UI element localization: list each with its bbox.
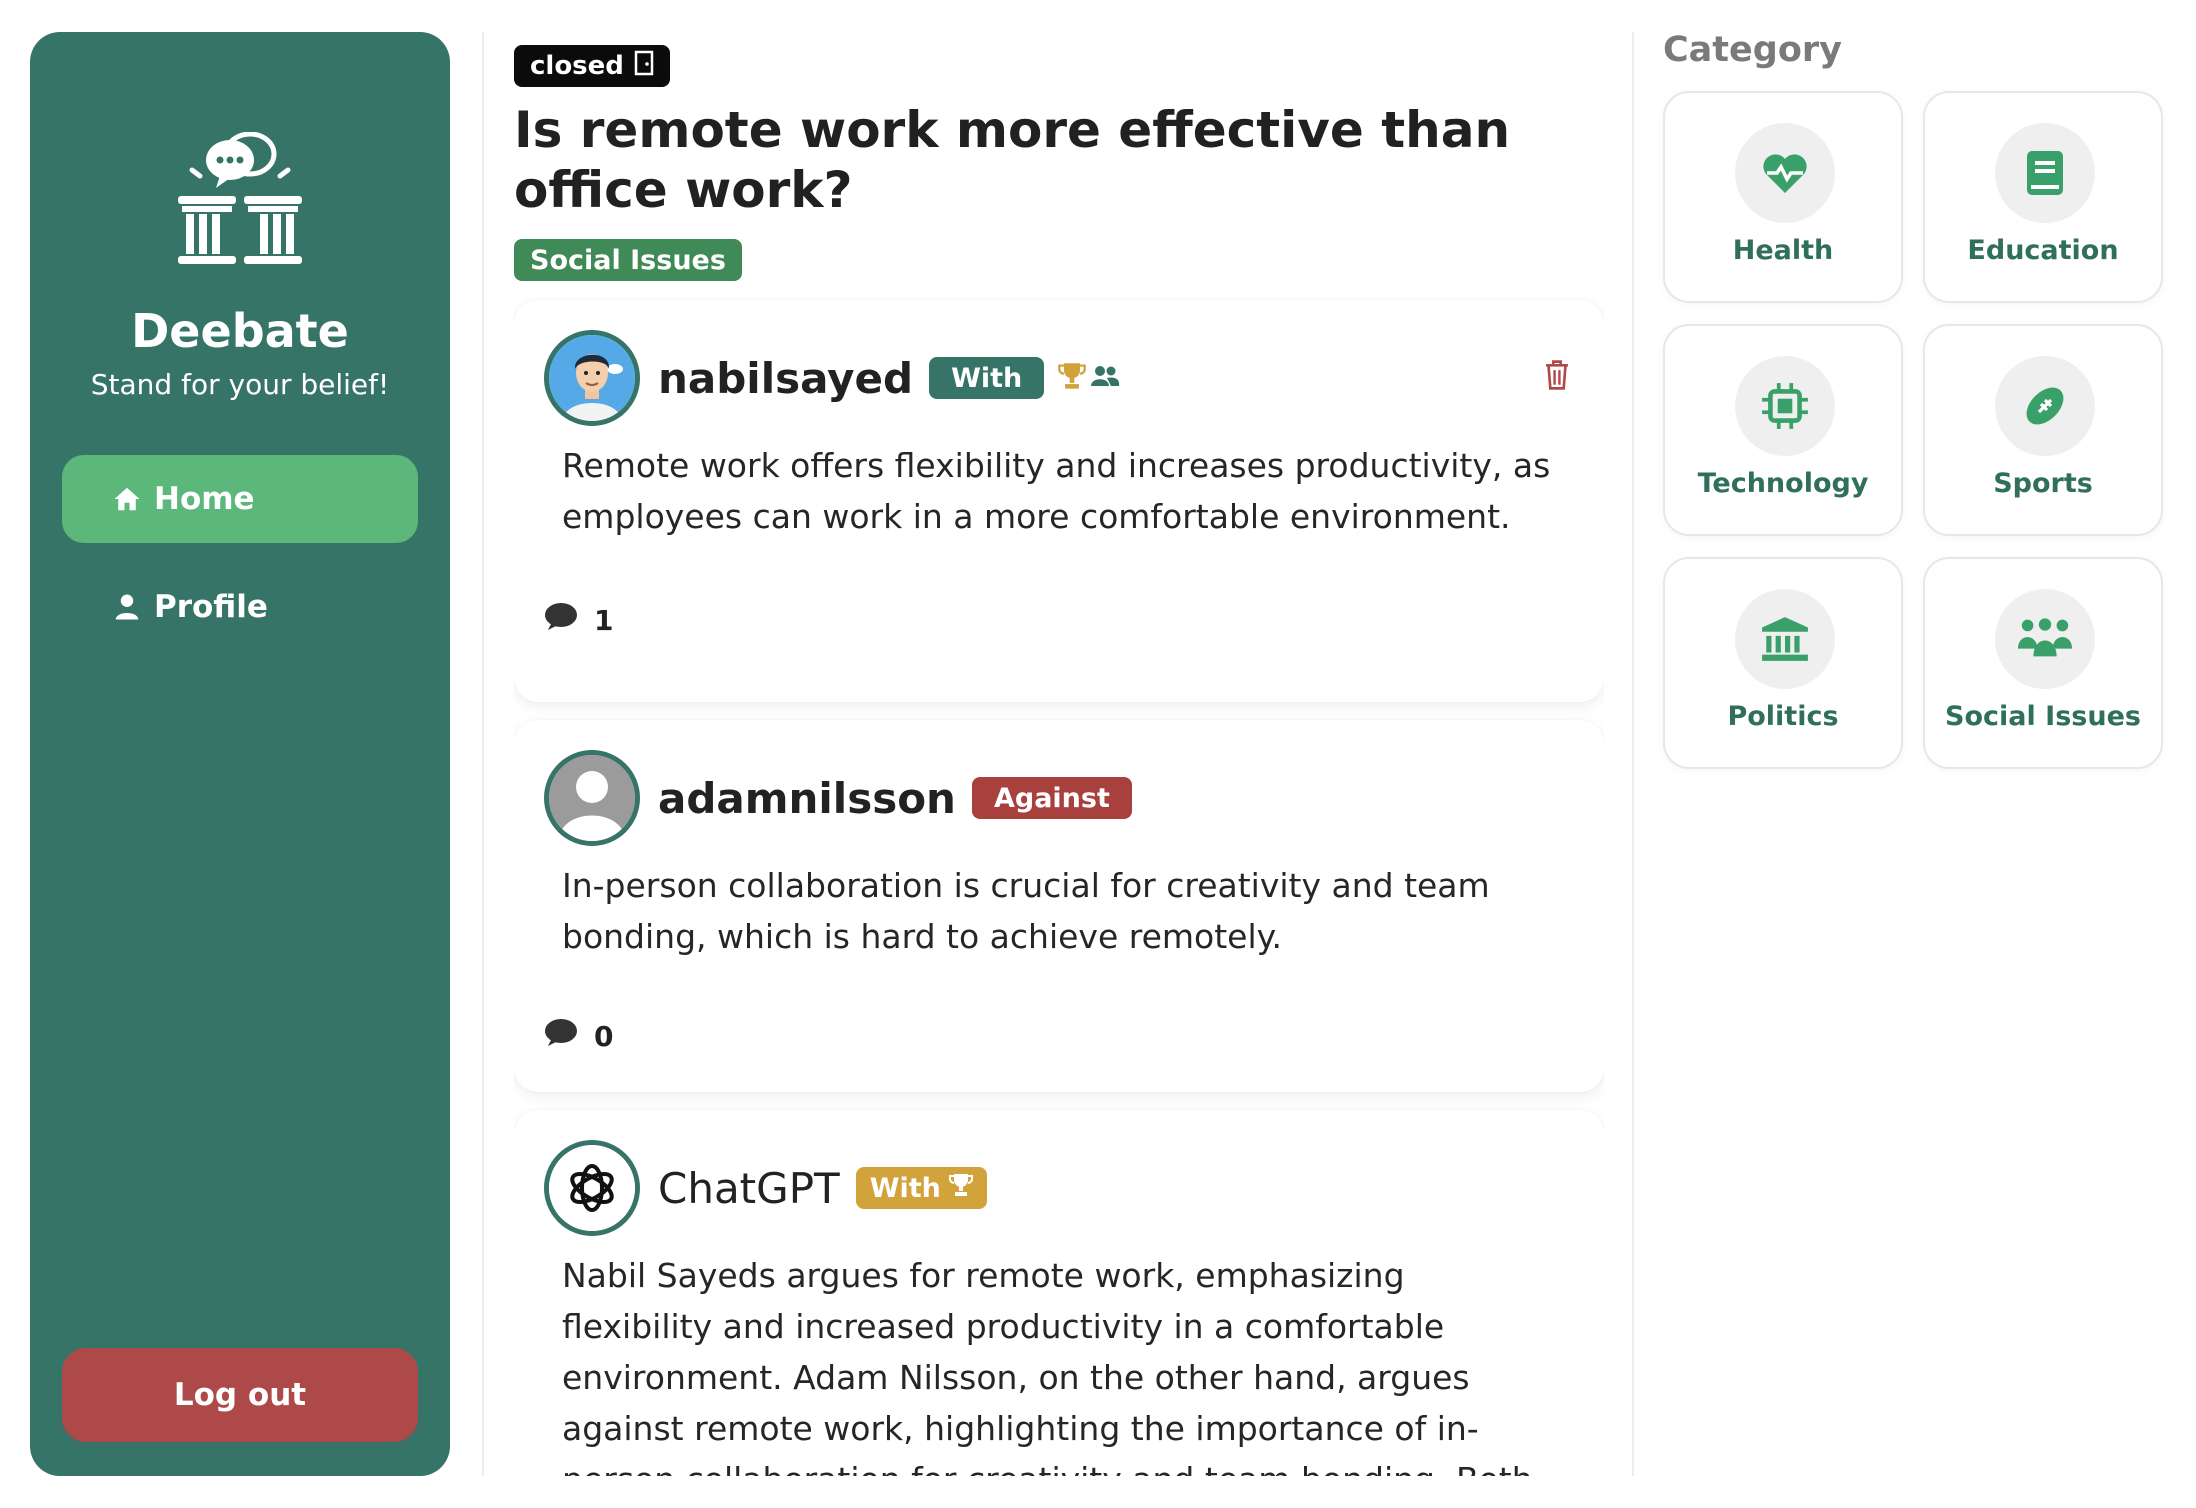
argument-text: Remote work offers flexibility and incre…	[562, 446, 1551, 536]
category-technology[interactable]: Technology	[1663, 324, 1903, 536]
deebate-logo-icon	[30, 132, 450, 282]
comments-link[interactable]: 0	[544, 1018, 613, 1055]
sidebar: Deebate Stand for your belief! Home Prof…	[30, 32, 450, 1476]
argument-header: ChatGPT With	[544, 1140, 987, 1236]
chip-icon	[1735, 356, 1835, 456]
divider	[1632, 32, 1634, 1476]
logout-button[interactable]: Log out	[62, 1348, 418, 1442]
heart-pulse-icon	[1735, 123, 1835, 223]
nav-home[interactable]: Home	[62, 455, 418, 543]
argument-text: In-person collaboration is crucial for c…	[562, 866, 1490, 956]
chatgpt-logo-icon[interactable]	[544, 1140, 640, 1236]
category-heading: Category	[1663, 30, 1842, 70]
category-label: Health	[1732, 235, 1834, 266]
nav-profile[interactable]: Profile	[62, 563, 418, 651]
argument-card: adamnilsson Against In-person collaborat…	[514, 720, 1604, 1092]
username[interactable]: nabilsayed	[658, 354, 913, 403]
category-label: Social Issues	[1945, 701, 2141, 732]
brand-name: Deebate	[131, 304, 349, 358]
trophy-icon	[948, 1172, 973, 1205]
category-health[interactable]: Health	[1663, 91, 1903, 303]
category-label: Sports	[1993, 468, 2093, 499]
argument-text: Nabil Sayeds argues for remote work, emp…	[562, 1256, 1533, 1476]
category-label: Politics	[1727, 701, 1839, 732]
stance-badge: Against	[971, 777, 1132, 819]
door-icon	[634, 50, 654, 83]
trophy-icon	[1058, 361, 1087, 395]
comment-count: 1	[594, 604, 614, 637]
badge-icons	[1058, 361, 1120, 395]
user-icon	[112, 592, 142, 622]
people-group-icon	[1995, 589, 2095, 689]
nav-profile-label: Profile	[154, 589, 268, 625]
category-politics[interactable]: Politics	[1663, 557, 1903, 769]
category-education[interactable]: Education	[1923, 91, 2163, 303]
avatar[interactable]	[544, 750, 640, 846]
nav-home-label: Home	[154, 481, 255, 517]
category-tag[interactable]: Social Issues	[514, 239, 742, 281]
comments-link[interactable]: 1	[544, 602, 613, 639]
username[interactable]: adamnilsson	[658, 774, 956, 823]
comment-count: 0	[594, 1020, 614, 1053]
users-icon	[1090, 363, 1120, 393]
status-label: closed	[530, 51, 624, 81]
category-label: Technology	[1697, 468, 1869, 499]
brand-tagline: Stand for your belief!	[90, 368, 390, 401]
page-title: Is remote work more effective than offic…	[514, 101, 1511, 219]
status-badge: closed	[514, 45, 670, 87]
stance-badge: With	[929, 357, 1045, 399]
comment-icon	[544, 602, 578, 639]
avatar[interactable]	[544, 330, 640, 426]
category-label: Education	[1967, 235, 2119, 266]
stance-badge: With	[855, 1167, 987, 1209]
trash-icon[interactable]	[1542, 358, 1572, 394]
argument-card: ChatGPT With Nabil Sayeds argues for rem…	[514, 1110, 1604, 1476]
username[interactable]: ChatGPT	[658, 1164, 840, 1213]
category-social-issues[interactable]: Social Issues	[1923, 557, 2163, 769]
divider	[482, 32, 484, 1476]
category-sports[interactable]: Sports	[1923, 324, 2163, 536]
comment-icon	[544, 1018, 578, 1055]
argument-card: nabilsayed With Remote work offers flexi…	[514, 300, 1604, 702]
stance-label: With	[869, 1172, 941, 1204]
football-icon	[1995, 356, 2095, 456]
home-icon	[112, 484, 142, 514]
government-building-icon	[1735, 589, 1835, 689]
debate-main: closed Is remote work more effective tha…	[514, 32, 1604, 1476]
argument-header: adamnilsson Against	[544, 750, 1132, 846]
argument-header: nabilsayed With	[544, 330, 1120, 426]
book-icon	[1995, 123, 2095, 223]
